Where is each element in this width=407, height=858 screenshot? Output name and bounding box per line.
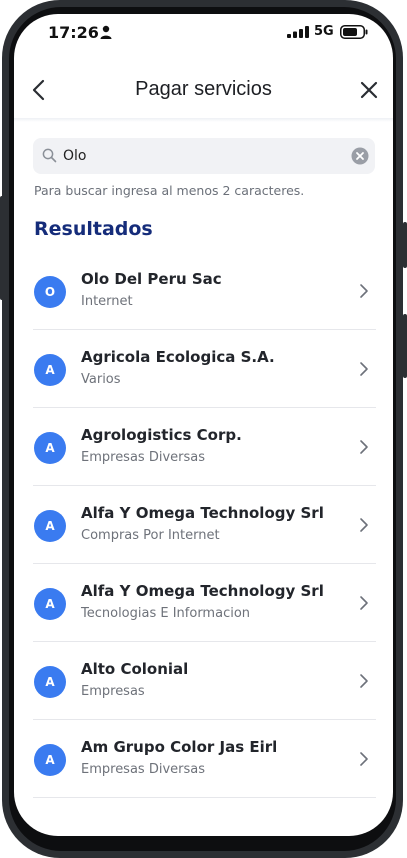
screen: 17:26 5G Pagar servicios Olo Para buscar… (14, 14, 393, 836)
item-name: Agrologistics Corp. (81, 426, 242, 444)
list-item[interactable]: O Olo Del Peru Sac Internet (33, 252, 376, 330)
item-category: Tecnologias E Informacion (81, 606, 251, 621)
avatar: O (34, 276, 66, 308)
network-label: 5G (314, 24, 334, 39)
close-icon[interactable] (358, 79, 380, 101)
side-button-upper (403, 222, 407, 268)
battery-icon (340, 25, 368, 39)
list-item[interactable]: A Alfa Y Omega Technology Srl Compras Po… (33, 486, 376, 564)
avatar: A (34, 588, 66, 620)
chevron-right-icon (360, 596, 368, 610)
page-title: Pagar servicios (135, 78, 272, 100)
chevron-right-icon (360, 362, 368, 376)
nav-bar: Pagar servicios (14, 64, 393, 116)
status-bar: 17:26 5G (14, 14, 393, 54)
avatar: A (34, 432, 66, 464)
avatar: A (34, 744, 66, 776)
chevron-right-icon (360, 752, 368, 766)
results-list: O Olo Del Peru Sac Internet A Agricola E… (33, 252, 376, 798)
clear-icon[interactable] (351, 147, 369, 165)
volume-button (0, 196, 4, 300)
item-name: Agricola Ecologica S.A. (81, 348, 275, 366)
search-value: Olo (63, 148, 87, 164)
list-item[interactable]: A Am Grupo Color Jas Eirl Empresas Diver… (33, 720, 376, 798)
search-input[interactable]: Olo (33, 138, 375, 174)
status-time: 17:26 (48, 23, 99, 42)
list-item[interactable]: A Alfa Y Omega Technology Srl Tecnologia… (33, 564, 376, 642)
results-heading: Resultados (34, 218, 153, 240)
signal-icon (287, 26, 309, 38)
chevron-right-icon (360, 284, 368, 298)
nav-divider (14, 118, 393, 122)
list-item[interactable]: A Agrologistics Corp. Empresas Diversas (33, 408, 376, 486)
item-name: Am Grupo Color Jas Eirl (81, 738, 278, 756)
item-category: Compras Por Internet (81, 528, 220, 543)
search-hint: Para buscar ingresa al menos 2 caractere… (34, 183, 305, 198)
item-category: Empresas Diversas (81, 450, 206, 465)
avatar: A (34, 666, 66, 698)
chevron-right-icon (360, 518, 368, 532)
item-name: Alfa Y Omega Technology Srl (81, 504, 324, 522)
side-button-lower (403, 314, 407, 378)
search-icon (42, 148, 57, 163)
item-name: Alto Colonial (81, 660, 189, 678)
item-category: Empresas Diversas (81, 762, 206, 777)
item-category: Internet (81, 294, 133, 309)
list-item[interactable]: A Alto Colonial Empresas (33, 642, 376, 720)
item-name: Olo Del Peru Sac (81, 270, 222, 288)
avatar: A (34, 510, 66, 542)
item-name: Alfa Y Omega Technology Srl (81, 582, 324, 600)
chevron-right-icon (360, 440, 368, 454)
avatar: A (34, 354, 66, 386)
item-category: Varios (81, 372, 121, 387)
person-icon (100, 25, 112, 39)
list-item[interactable]: A Agricola Ecologica S.A. Varios (33, 330, 376, 408)
item-category: Empresas (81, 684, 145, 699)
chevron-right-icon (360, 674, 368, 688)
